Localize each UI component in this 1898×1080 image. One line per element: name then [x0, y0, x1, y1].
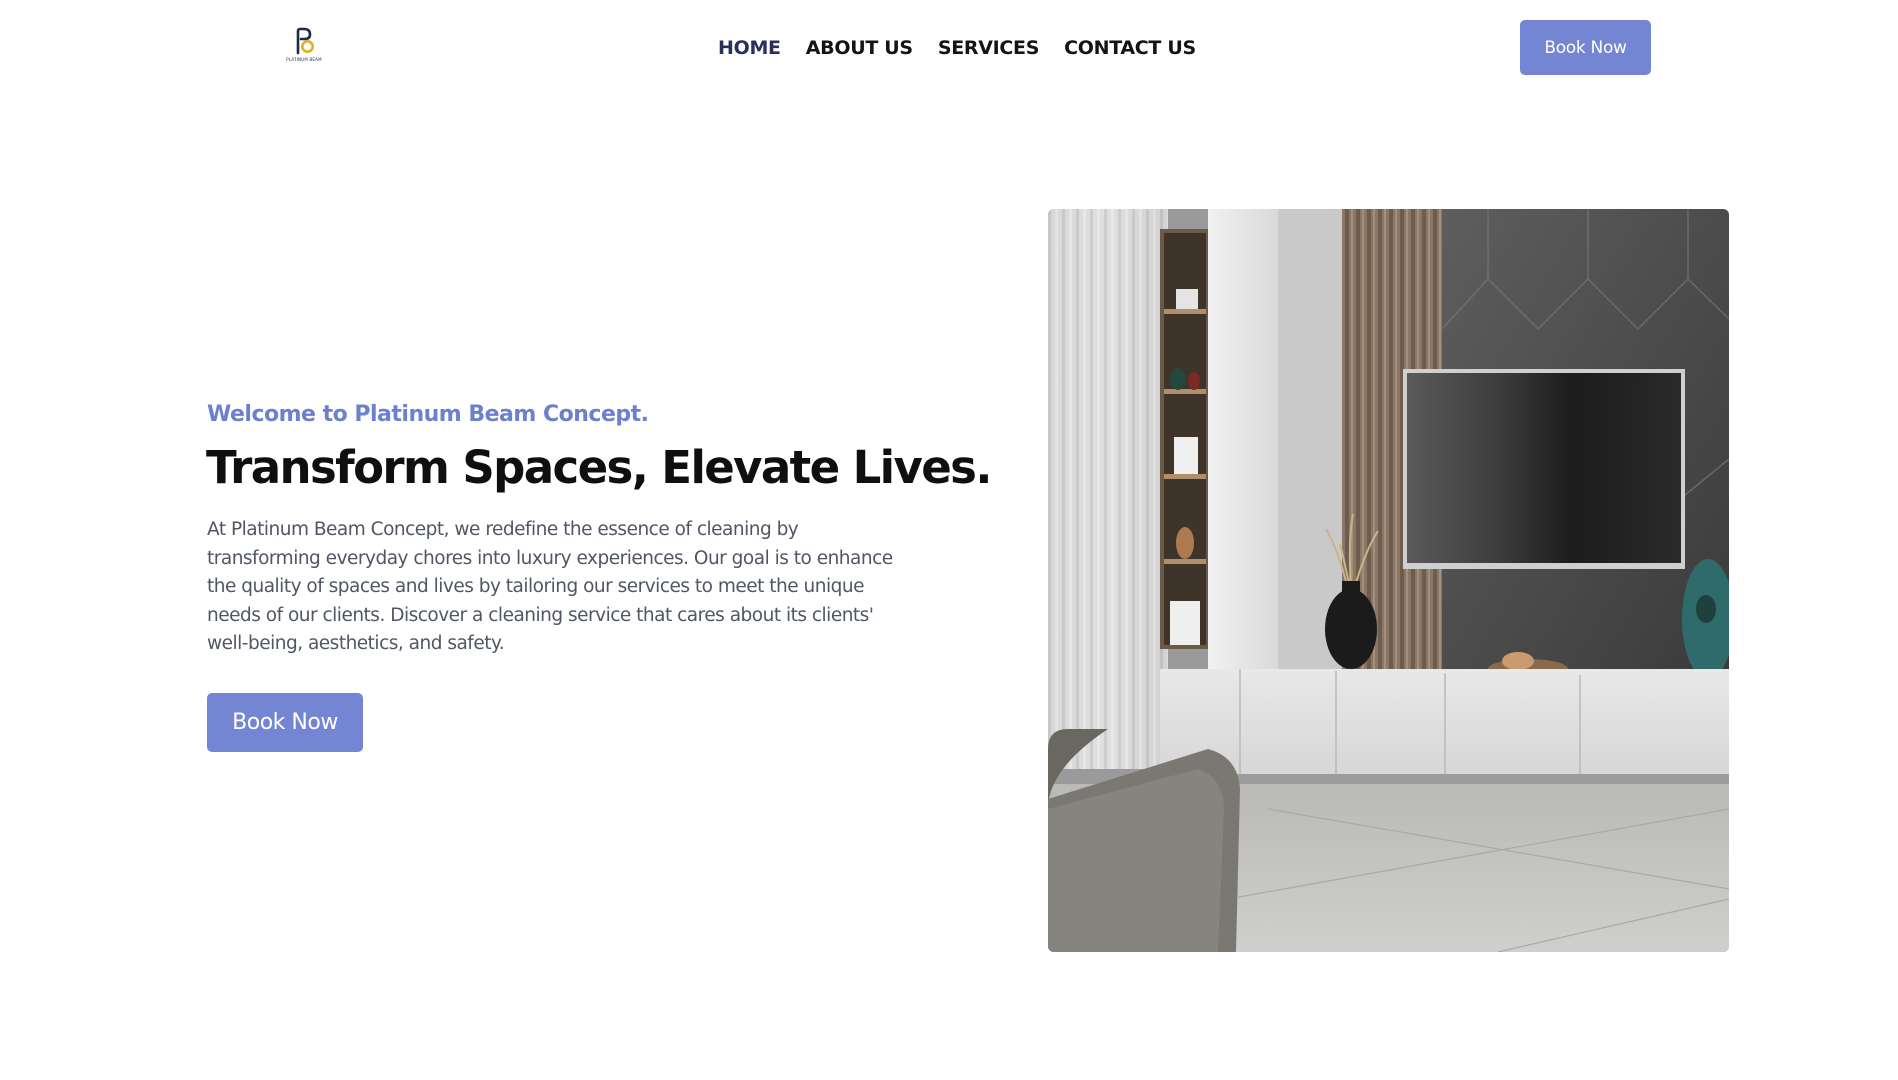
header-book-now-button[interactable]: Book Now: [1520, 20, 1651, 75]
nav-item-home[interactable]: HOME: [718, 37, 781, 59]
nav-item-contact-us[interactable]: CONTACT US: [1064, 37, 1196, 59]
logo-wordmark: PLATINUM BEAM: [286, 57, 322, 62]
nav-item-services[interactable]: SERVICES: [938, 37, 1040, 59]
hero-book-now-button[interactable]: Book Now: [207, 693, 363, 752]
main-nav: HOME ABOUT US SERVICES CONTACT US: [718, 34, 1196, 62]
landing-page: PLATINUM BEAM HOME ABOUT US SERVICES CON…: [0, 0, 1898, 1080]
living-room-tv-wall-photo: [1048, 209, 1729, 952]
hero-headline: Transform Spaces, Elevate Lives.: [206, 441, 992, 494]
site-logo[interactable]: PLATINUM BEAM: [282, 26, 326, 66]
pb-monogram-icon: [296, 27, 314, 55]
nav-item-about-us[interactable]: ABOUT US: [806, 37, 913, 59]
hero-eyebrow: Welcome to Platinum Beam Concept.: [207, 402, 649, 427]
hero-description: At Platinum Beam Concept, we redefine th…: [207, 519, 893, 654]
